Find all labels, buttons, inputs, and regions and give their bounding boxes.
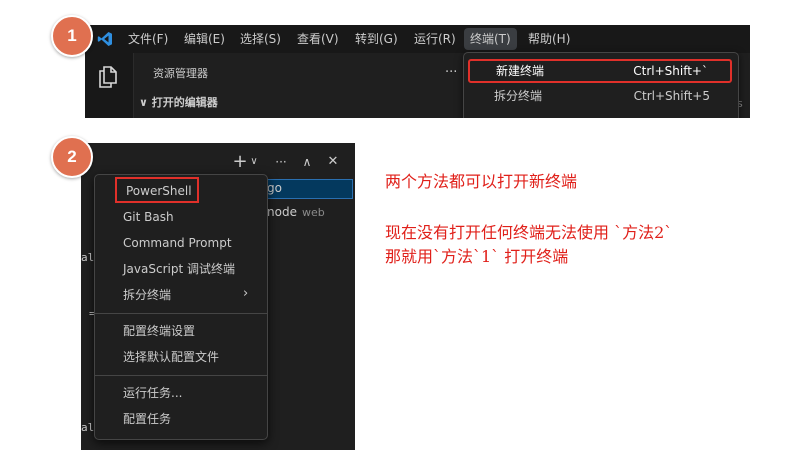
annotation-line-2: 现在没有打开任何终端无法使用 `方法2`	[385, 223, 673, 242]
split-terminal-item[interactable]: 拆分终端	[123, 284, 171, 306]
explorer-title: 资源管理器	[153, 67, 208, 80]
configure-tasks-item[interactable]: 配置任务	[123, 408, 171, 430]
vscode-menubar-screenshot: 文件(F) 编辑(E) 选择(S) 查看(V) 转到(G) 运行(R) 终端(T…	[85, 25, 750, 118]
menu-terminal[interactable]: 终端(T)	[464, 28, 517, 50]
background-item-node: node	[267, 205, 297, 219]
terminal-profile-dropdown: PowerShell Git Bash Command Prompt JavaS…	[94, 174, 268, 440]
menu-separator	[95, 313, 267, 314]
new-terminal-shortcut: Ctrl+Shift+`	[633, 64, 708, 78]
profile-powershell[interactable]: PowerShell	[126, 180, 192, 202]
run-task-item[interactable]: 运行任务...	[123, 382, 182, 404]
profile-javascript-debug[interactable]: JavaScript 调试终端	[123, 258, 235, 280]
configure-terminal-settings-item[interactable]: 配置终端设置	[123, 320, 195, 342]
split-terminal-label: 拆分终端	[494, 89, 543, 103]
background-item-go: go	[267, 181, 282, 195]
new-terminal-label: 新建终端	[496, 64, 545, 78]
menu-file[interactable]: 文件(F)	[122, 25, 174, 53]
annotation-line-3: 那就用`方法`1` 打开终端	[385, 247, 569, 266]
menu-goto[interactable]: 转到(G)	[349, 25, 404, 53]
menu-view[interactable]: 查看(V)	[291, 25, 345, 53]
maximize-panel-icon[interactable]: ∧	[299, 151, 315, 173]
more-actions-icon[interactable]: ...	[445, 61, 457, 76]
annotation-line-1: 两个方法都可以打开新终端	[385, 172, 578, 191]
submenu-chevron-icon: ›	[243, 286, 249, 301]
menu-help[interactable]: 帮助(H)	[522, 25, 576, 53]
menu-run[interactable]: 运行(R)	[408, 25, 462, 53]
explorer-files-icon[interactable]	[97, 65, 119, 93]
menu-separator	[95, 375, 267, 376]
select-default-profile-item[interactable]: 选择默认配置文件	[123, 346, 219, 368]
new-terminal-menu-item[interactable]: 新建终端 Ctrl+Shift+`	[468, 59, 732, 83]
terminal-dropdown-screenshot: + ∨ ··· ∧ ✕ go node web al = al PowerShe…	[81, 143, 355, 450]
vscode-logo-icon	[97, 31, 113, 51]
profile-command-prompt[interactable]: Command Prompt	[123, 232, 232, 254]
menu-bar: 文件(F) 编辑(E) 选择(S) 查看(V) 转到(G) 运行(R) 终端(T…	[85, 25, 750, 53]
launch-profile-chevron-icon[interactable]: ∨	[247, 151, 261, 173]
activity-bar	[85, 53, 134, 118]
close-panel-icon[interactable]: ✕	[325, 151, 341, 173]
background-code-text: al	[81, 421, 95, 434]
background-item-tag: web	[302, 206, 325, 219]
menu-edit[interactable]: 编辑(E)	[178, 25, 231, 53]
menu-selection[interactable]: 选择(S)	[234, 25, 287, 53]
background-code-text: al	[81, 251, 95, 264]
profile-git-bash[interactable]: Git Bash	[123, 206, 174, 228]
terminal-menu-dropdown: 新建终端 Ctrl+Shift+` 拆分终端 Ctrl+Shift+5	[463, 52, 739, 118]
split-terminal-menu-item[interactable]: 拆分终端 Ctrl+Shift+5	[468, 84, 732, 108]
step-1-badge: 1	[51, 15, 93, 57]
more-icon[interactable]: ···	[271, 151, 291, 173]
split-terminal-shortcut: Ctrl+Shift+5	[633, 89, 710, 103]
step-2-badge: 2	[51, 136, 93, 178]
open-editors-section[interactable]: ∨ 打开的编辑器	[139, 94, 218, 110]
